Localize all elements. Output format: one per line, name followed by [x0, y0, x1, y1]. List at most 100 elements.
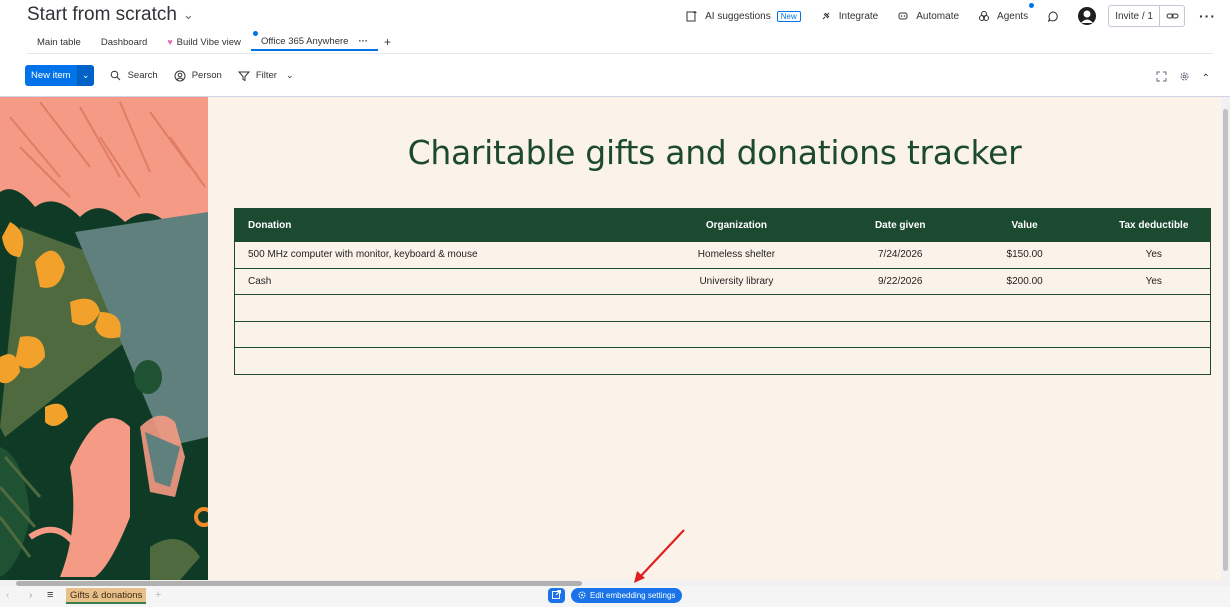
robot-icon: [896, 9, 910, 23]
copy-link-button[interactable]: [1160, 6, 1184, 26]
table-cell[interactable]: Yes: [1097, 241, 1211, 268]
agents-label: Agents: [997, 10, 1029, 22]
updates-button[interactable]: [1046, 9, 1060, 23]
search-label: Search: [127, 70, 158, 81]
column-header[interactable]: Organization: [624, 208, 849, 242]
table-cell[interactable]: Homeless shelter: [624, 241, 849, 268]
sheet-tab-gifts-donations[interactable]: Gifts & donations: [66, 588, 147, 604]
agents-button[interactable]: Agents: [977, 3, 1035, 23]
open-external-button[interactable]: [548, 588, 565, 603]
ai-suggestions-button[interactable]: AI suggestions New: [685, 9, 801, 23]
table-cell[interactable]: [848, 347, 952, 374]
board-title[interactable]: Start from scratch ⌄: [27, 4, 194, 26]
ai-suggestions-label: AI suggestions: [705, 10, 771, 22]
table-cell[interactable]: [234, 320, 625, 348]
add-view-button[interactable]: +: [378, 35, 397, 49]
column-header[interactable]: Tax deductible: [1097, 208, 1211, 242]
table-cell[interactable]: [951, 347, 1098, 374]
table-cell[interactable]: [951, 320, 1098, 348]
table-row: [234, 294, 1211, 321]
column-header[interactable]: Donation: [234, 208, 625, 242]
tab-dashboard[interactable]: Dashboard: [91, 33, 157, 51]
table-cell[interactable]: [624, 294, 849, 321]
tab-office-365-anywhere[interactable]: Office 365 Anywhere ···: [250, 31, 378, 51]
tab-more-icon[interactable]: ···: [358, 36, 368, 47]
person-label: Person: [191, 70, 222, 81]
chevron-down-icon: ⌄: [81, 70, 90, 80]
filter-label: Filter: [255, 70, 277, 81]
chevron-up-icon[interactable]: ⌃: [1202, 73, 1210, 84]
new-item-dropdown[interactable]: ⌄: [77, 65, 94, 86]
new-item-button[interactable]: New item: [25, 65, 78, 86]
table-cell[interactable]: Yes: [1097, 267, 1211, 295]
spreadsheet-canvas[interactable]: Charitable gifts and donations tracker D…: [208, 97, 1221, 580]
tab-label: Main table: [37, 36, 81, 48]
new-badge: New: [776, 10, 801, 22]
next-sheet-icon[interactable]: ›: [29, 590, 32, 601]
chevron-down-icon: ⌄: [285, 70, 294, 80]
search-button[interactable]: Search: [109, 69, 158, 83]
automate-button[interactable]: Automate: [896, 9, 959, 23]
board-title-text: Start from scratch: [27, 4, 177, 25]
link-icon: [1165, 9, 1179, 23]
settings-icon[interactable]: [1179, 69, 1190, 87]
profile-button[interactable]: [1078, 7, 1097, 25]
red-arrow-annotation: [634, 529, 685, 583]
table-cell[interactable]: $150.00: [951, 241, 1098, 268]
table-cell[interactable]: 7/24/2026: [848, 241, 952, 268]
filter-button[interactable]: Filter ⌄: [237, 69, 294, 83]
table-cell[interactable]: [234, 294, 625, 321]
table-cell[interactable]: [1097, 347, 1211, 374]
edit-embedding-settings-button[interactable]: Edit embedding settings: [571, 588, 683, 603]
agents-notification-dot: [1029, 3, 1035, 8]
person-icon: [173, 69, 187, 83]
tab-main-table[interactable]: Main table: [27, 33, 91, 51]
invite-group: Invite / 1: [1108, 5, 1185, 27]
tab-notification-dot: [252, 31, 258, 36]
column-header[interactable]: Date given: [848, 208, 952, 242]
sheet-title: Charitable gifts and donations tracker: [407, 133, 1022, 172]
invite-button[interactable]: Invite / 1: [1109, 6, 1160, 26]
filter-icon: [237, 69, 251, 83]
table-cell[interactable]: [951, 294, 1098, 321]
table-cell[interactable]: [624, 320, 849, 348]
sheet-list-icon[interactable]: ≡: [47, 589, 53, 601]
table-cell[interactable]: [1097, 320, 1211, 348]
tab-label: Build Vibe view: [176, 36, 241, 48]
table-row: [234, 320, 1211, 348]
chevron-down-icon[interactable]: ⌄: [183, 7, 194, 23]
avatar: [1078, 7, 1097, 25]
table-cell[interactable]: [848, 294, 952, 321]
table-cell[interactable]: University library: [624, 267, 849, 295]
table-cell[interactable]: 500 MHz computer with monitor, keyboard …: [234, 241, 625, 268]
top-actions: AI suggestions New Integrate Automate Ag…: [667, 3, 1216, 27]
table-cell[interactable]: [234, 347, 625, 374]
add-sheet-icon[interactable]: +: [155, 589, 161, 601]
edit-embedding-settings-label: Edit embedding settings: [590, 591, 676, 600]
table-cell[interactable]: [848, 320, 952, 348]
tab-label: Office 365 Anywhere: [260, 35, 349, 47]
integrate-label: Integrate: [838, 10, 879, 22]
table-cell[interactable]: Cash: [234, 267, 625, 295]
fullscreen-icon[interactable]: [1156, 69, 1167, 87]
table-cell[interactable]: [624, 347, 849, 374]
tab-build-vibe-view[interactable]: ♥ Build Vibe view: [157, 33, 251, 51]
vertical-scrollbar[interactable]: [1221, 97, 1230, 580]
table-cell[interactable]: $200.00: [951, 267, 1098, 295]
person-button[interactable]: Person: [173, 69, 222, 83]
table-cell[interactable]: 9/22/2026: [848, 267, 952, 295]
table-cell[interactable]: [1097, 294, 1211, 321]
new-item-button-group: New item ⌄: [25, 65, 94, 86]
view-tools: ⌃: [1156, 69, 1210, 87]
integrate-button[interactable]: Integrate: [819, 9, 878, 23]
column-header[interactable]: Value: [951, 208, 1098, 242]
more-options-icon[interactable]: ···: [1199, 8, 1216, 24]
sheet-bottom-bar: ‹ › ≡ Gifts & donations + Edit embedding…: [0, 586, 1230, 607]
ai-sparkle-icon: [685, 9, 699, 23]
vertical-scrollbar-thumb[interactable]: [1223, 109, 1228, 571]
plug-icon: [819, 9, 833, 23]
prev-sheet-icon[interactable]: ‹: [6, 590, 9, 601]
donations-table: Donation Organization Date given Value T…: [234, 208, 1211, 375]
external-link-icon: [552, 589, 561, 602]
board-toolbar: New item ⌄ Search Person Filter ⌄: [25, 65, 293, 86]
